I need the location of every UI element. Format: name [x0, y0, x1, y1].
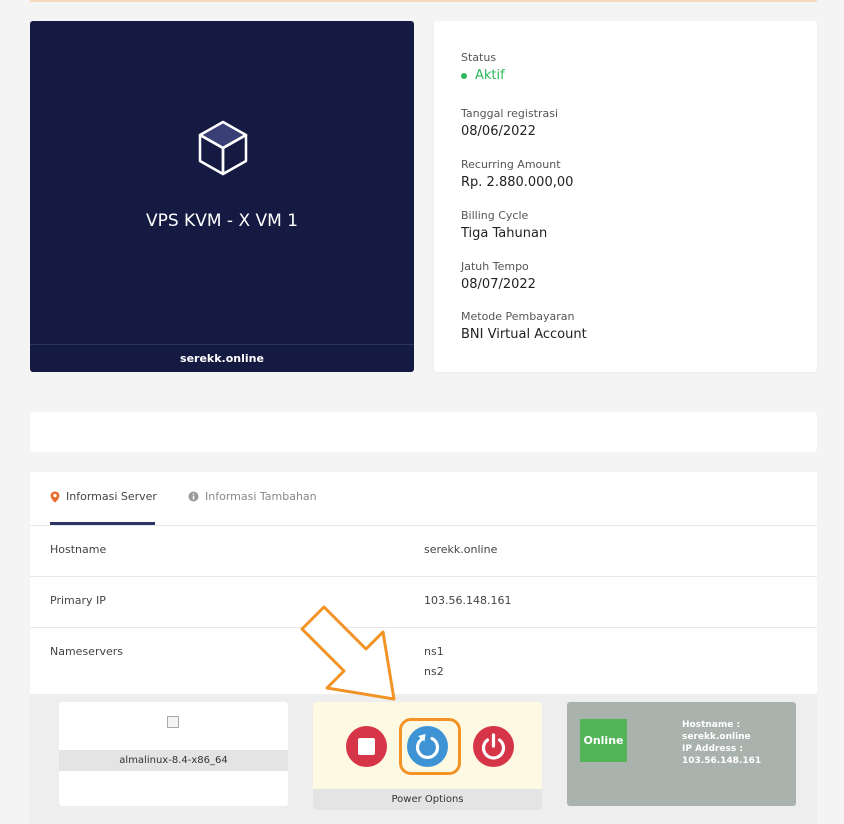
payment-method-field: Metode Pembayaran BNI Virtual Account	[461, 310, 587, 342]
power-options-widget: Power Options	[313, 702, 542, 810]
due-date-label: Jatuh Tempo	[461, 260, 529, 273]
primary-ip-label: Primary IP	[50, 594, 106, 607]
nameservers-row: Nameservers ns1 ns2	[30, 628, 817, 694]
online-badge: Online	[580, 719, 627, 762]
status-hostname-value: serekk.online	[682, 732, 751, 742]
hostname-row: Hostname serekk.online	[30, 526, 817, 577]
registration-field: Tanggal registrasi 08/06/2022	[461, 107, 558, 139]
billing-cycle-field: Billing Cycle Tiga Tahunan	[461, 209, 547, 241]
nameserver-2: ns2	[424, 665, 444, 678]
map-pin-icon	[50, 491, 60, 502]
status-hostname-label: Hostname :	[682, 720, 741, 730]
top-divider	[30, 0, 817, 2]
tab-active-indicator	[50, 522, 155, 525]
server-status-widget: Online Hostname : serekk.online IP Addre…	[567, 702, 796, 806]
status-field: Status Aktif	[461, 51, 505, 83]
payment-method-value: BNI Virtual Account	[461, 327, 587, 342]
info-circle-icon	[188, 491, 199, 502]
empty-panel	[30, 412, 817, 452]
status-ip-value: 103.56.148.161	[682, 756, 762, 766]
primary-ip-value: 103.56.148.161	[424, 594, 512, 607]
power-options-label: Power Options	[313, 789, 542, 810]
os-label: almalinux-8.4-x86_64	[59, 750, 288, 771]
registration-value: 08/06/2022	[461, 124, 536, 139]
tab-bar: Informasi Server Informasi Tambahan	[30, 472, 817, 526]
due-date-field: Jatuh Tempo 08/07/2022	[461, 260, 536, 292]
tab-server-info[interactable]: Informasi Server	[50, 490, 157, 503]
payment-method-label: Metode Pembayaran	[461, 310, 575, 323]
amount-field: Recurring Amount Rp. 2.880.000,00	[461, 158, 573, 190]
power-icon	[481, 733, 506, 760]
status-label: Status	[461, 51, 497, 64]
product-card: VPS KVM - X VM 1 serekk.online	[30, 21, 414, 372]
product-domain: serekk.online	[30, 344, 414, 372]
power-button[interactable]	[473, 726, 514, 767]
nameserver-1: ns1	[424, 645, 444, 658]
status-ip-label: IP Address :	[682, 744, 743, 754]
tab-extra-info-label: Informasi Tambahan	[205, 490, 317, 503]
os-image	[167, 716, 179, 728]
billing-cycle-value: Tiga Tahunan	[461, 226, 548, 241]
stop-button[interactable]	[346, 726, 387, 767]
hostname-label: Hostname	[50, 543, 107, 556]
product-name: VPS KVM - X VM 1	[145, 211, 299, 231]
hostname-value: serekk.online	[424, 543, 498, 556]
cube-icon	[198, 120, 248, 176]
due-date-value: 08/07/2022	[461, 277, 536, 292]
registration-label: Tanggal registrasi	[461, 107, 559, 120]
status-info: Hostname : serekk.online IP Address : 10…	[682, 719, 761, 767]
primary-ip-row: Primary IP 103.56.148.161	[30, 577, 817, 628]
tab-extra-info[interactable]: Informasi Tambahan	[188, 490, 317, 503]
status-badge: Aktif	[461, 68, 505, 83]
vps-widgets: almalinux-8.4-x86_64 Power Options Onlin…	[30, 694, 817, 824]
tab-server-info-label: Informasi Server	[66, 490, 157, 503]
amount-value: Rp. 2.880.000,00	[461, 175, 574, 190]
service-details-card: Status Aktif Tanggal registrasi 08/06/20…	[434, 21, 817, 372]
os-widget: almalinux-8.4-x86_64	[59, 702, 288, 806]
restart-highlight	[399, 718, 461, 775]
billing-cycle-label: Billing Cycle	[461, 209, 529, 222]
amount-label: Recurring Amount	[461, 158, 561, 171]
server-details-card: Informasi Server Informasi Tambahan Host…	[30, 472, 817, 824]
nameservers-label: Nameservers	[50, 645, 124, 658]
